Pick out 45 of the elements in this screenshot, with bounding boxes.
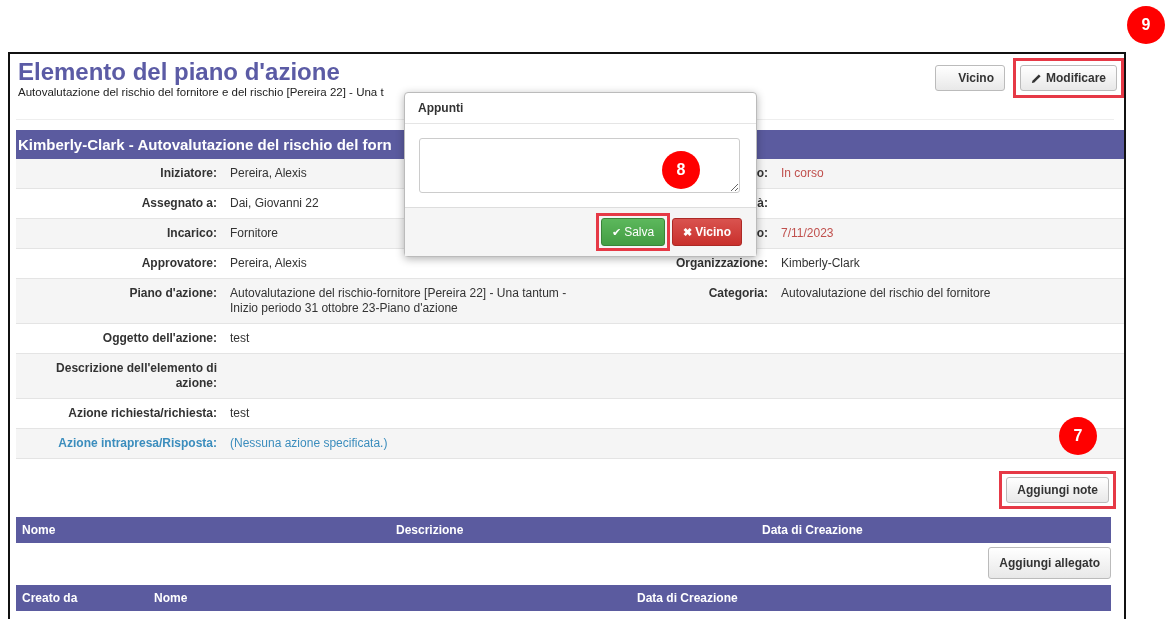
field-value: test <box>230 406 251 421</box>
column-header: Data di Creazione <box>637 591 739 605</box>
field-value: In corso <box>781 166 825 181</box>
field-label: o: <box>756 166 768 181</box>
field-value: Pereira, Alexis <box>230 166 308 181</box>
dialog-title: Appunti <box>405 93 756 124</box>
column-header: Descrizione <box>396 523 465 537</box>
edit-button[interactable]: Modificare <box>1020 65 1117 91</box>
pencil-icon <box>1031 72 1042 84</box>
field-value: Kimberly-Clark <box>781 256 861 271</box>
column-header: Creato da <box>22 591 79 605</box>
field-value: (Nessuna azione specificata.) <box>230 436 389 451</box>
field-value: Pereira, Alexis <box>230 256 308 271</box>
field-label: Azione richiesta/richiesta: <box>68 406 217 421</box>
add-attachment-button[interactable]: Aggiungi allegato <box>988 547 1111 579</box>
field-label: Assegnato a: <box>141 196 217 211</box>
x-icon: ✖ <box>683 225 693 239</box>
field-label: Incarico: <box>167 226 217 241</box>
field-label: Piano d'azione: <box>129 286 217 302</box>
column-header: Nome <box>154 591 189 605</box>
field-label: Organizzazione: <box>676 256 768 271</box>
field-label: Categoria: <box>708 286 768 302</box>
field-label: Descrizione dell'elemento di azione: <box>55 361 217 391</box>
add-notes-button[interactable]: Aggiungi note <box>1006 477 1109 503</box>
field-value: Fornitore <box>230 226 280 241</box>
field-value: test <box>230 331 251 346</box>
close-button[interactable]: Vicino <box>935 65 1005 91</box>
field-label: Oggetto dell'azione: <box>102 331 217 346</box>
field-value: Dai, Giovanni 22 <box>230 196 320 211</box>
field-value: Autovalutazione del rischio del fornitore <box>781 286 992 302</box>
page-title: Elemento del piano d'azione <box>18 58 341 86</box>
field-label: Azione intrapresa/Risposta: <box>58 436 217 451</box>
column-header: Data di Creazione <box>762 523 864 537</box>
column-header: Nome <box>22 523 57 537</box>
field-label: à: <box>757 196 768 211</box>
check-icon: ✔ <box>612 225 622 239</box>
notes-textarea[interactable] <box>419 138 740 193</box>
page-subtitle: Autovalutazione del rischio del fornitore e del rischio [Pereira 22] - Una t <box>18 86 384 98</box>
field-value: 7/11/2023 <box>781 226 835 241</box>
field-value: Autovalutazione del rischio-fornitore [Pereira 22] - Una tantum - Inizio periodo 31 ottobre 23-Piano d'azione <box>230 286 568 316</box>
field-label: o: <box>756 226 768 241</box>
field-label: Iniziatore: <box>160 166 217 181</box>
close-button[interactable]: ✖ Vicino <box>672 218 742 246</box>
field-label: Approvatore: <box>141 256 217 271</box>
callout-badge: 9 <box>1127 6 1165 44</box>
